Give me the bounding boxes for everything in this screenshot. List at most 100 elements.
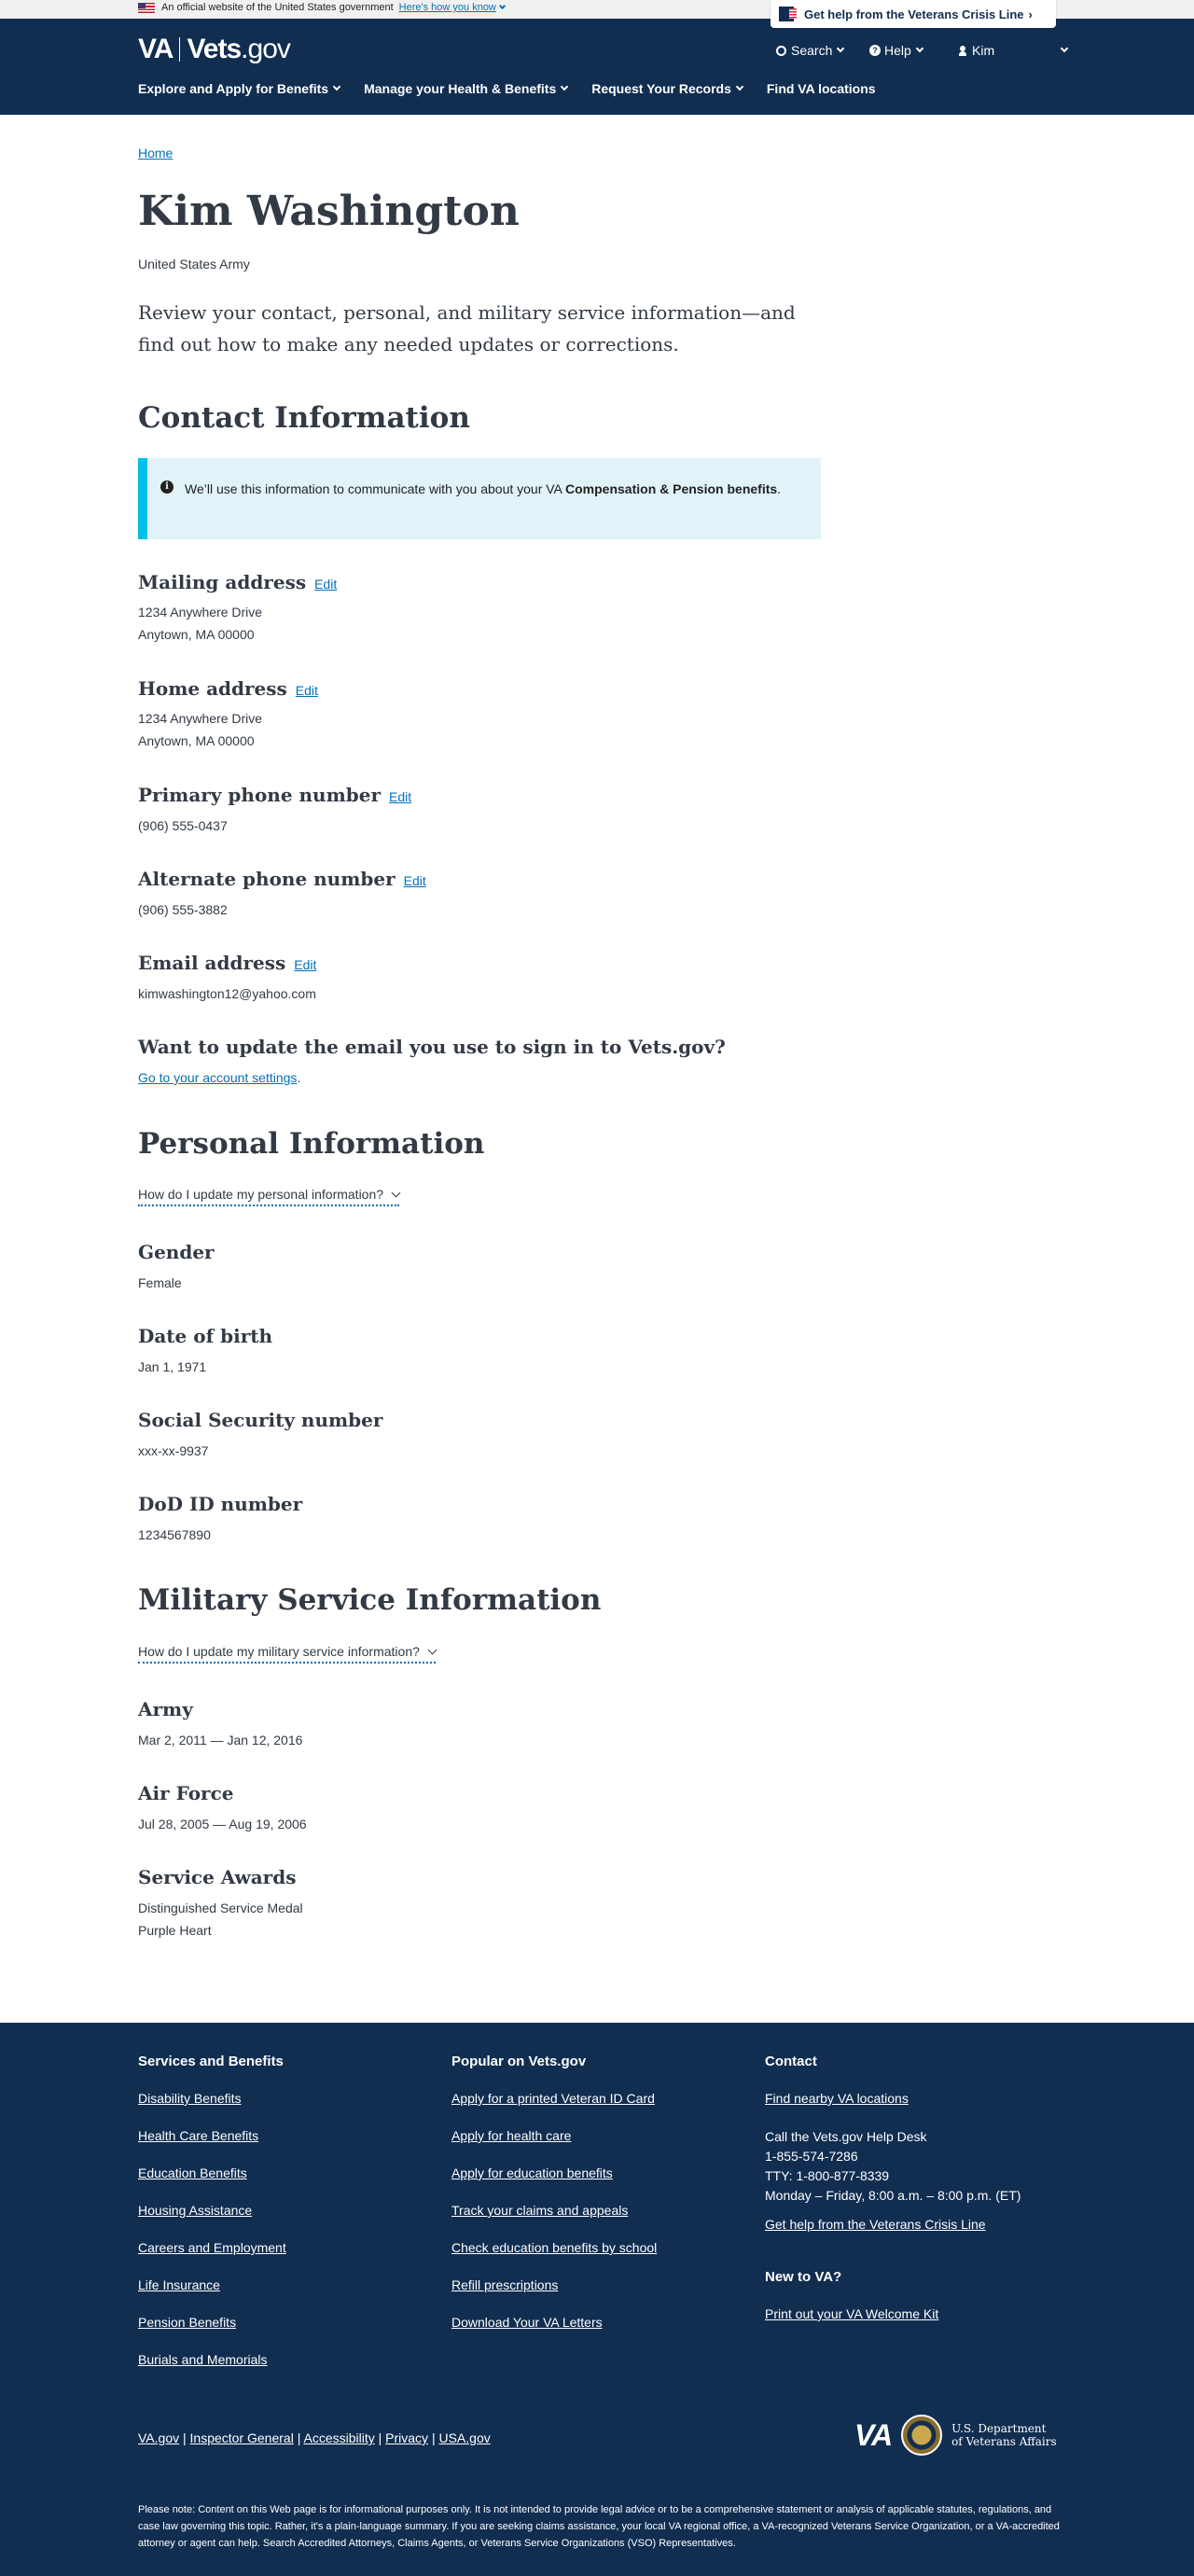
tty-phone-link[interactable]: 1-800-877-8339 <box>796 2168 889 2183</box>
army-label: Army <box>138 1698 193 1720</box>
help-label: Help <box>884 43 911 58</box>
page-title: Kim Washington <box>138 188 520 235</box>
legal-link-inspector-general[interactable]: Inspector General <box>190 2430 294 2445</box>
award-item: Distinguished Service Medal <box>138 1901 303 1915</box>
primary-phone-label: Primary phone number <box>138 784 381 806</box>
personal-info-accordion[interactable]: How do I update my personal information? <box>138 1187 401 1206</box>
nav-explore-apply[interactable]: Explore and Apply for Benefits <box>138 81 341 96</box>
signin-email-heading: Want to update the email you use to sign… <box>138 1036 726 1058</box>
edit-mailing-address-link[interactable]: Edit <box>314 577 337 592</box>
alert-period: . <box>777 481 782 496</box>
footer-crisis-line-link[interactable]: Get help from the Veterans Crisis Line <box>765 2216 1020 2234</box>
department-name-line1: U.S. Department <box>951 2422 1047 2435</box>
footer-link[interactable]: Disability Benefits <box>138 2090 286 2108</box>
edit-alternate-phone-link[interactable]: Edit <box>404 873 426 888</box>
legal-separator: | <box>183 2430 187 2445</box>
footer-link[interactable]: Life Insurance <box>138 2277 286 2294</box>
footer-link[interactable]: Health Care Benefits <box>138 2127 286 2145</box>
breadcrumb-home[interactable]: Home <box>138 146 173 160</box>
department-name-line2: of Veterans Affairs <box>951 2435 1057 2448</box>
help-menu-button[interactable]: ? Help <box>869 43 924 58</box>
footer-link[interactable]: Download Your VA Letters <box>451 2314 657 2332</box>
footer-services-heading: Services and Benefits <box>138 2054 284 2069</box>
user-label: Kim <box>972 43 995 58</box>
info-icon: i <box>160 480 174 494</box>
home-address-heading: Home address Edit <box>138 677 318 700</box>
footer-link[interactable]: Apply for education benefits <box>451 2165 657 2182</box>
search-menu-button[interactable]: Search <box>776 43 845 58</box>
legal-separator: | <box>431 2430 436 2445</box>
legal-link-privacy[interactable]: Privacy <box>385 2430 428 2445</box>
edit-primary-phone-link[interactable]: Edit <box>389 789 411 804</box>
help-desk-hours: Monday – Friday, 8:00 a.m. – 8:00 p.m. (… <box>765 2188 1021 2203</box>
nav-find-locations[interactable]: Find VA locations <box>767 81 876 96</box>
site-footer: Services and Benefits Disability Benefit… <box>0 2023 1194 2576</box>
mailing-address-label: Mailing address <box>138 571 307 593</box>
find-locations-link[interactable]: Find nearby VA locations <box>765 2090 1020 2108</box>
nav-label: Find VA locations <box>766 81 876 96</box>
edit-home-address-link[interactable]: Edit <box>296 683 318 698</box>
email-value: kimwashington12@yahoo.com <box>138 986 316 1001</box>
official-text: An official website of the United States… <box>161 2 394 13</box>
us-flag-icon <box>138 2 155 13</box>
heres-how-you-know-link[interactable]: Here's how you know <box>399 2 496 13</box>
footer-link[interactable]: Apply for health care <box>451 2127 657 2145</box>
chevron-down-icon <box>735 82 744 91</box>
vets-gov-logo[interactable]: VA Vets .gov <box>138 34 291 65</box>
legal-link-accessibility[interactable]: Accessibility <box>303 2430 374 2445</box>
footer-link[interactable]: Apply for a printed Veteran ID Card <box>451 2090 657 2108</box>
footer-link[interactable]: Education Benefits <box>138 2165 286 2182</box>
footer-contact-heading: Contact <box>765 2054 817 2069</box>
va-department-logo[interactable]: VA U.S. Department of Veterans Affairs <box>854 2415 1057 2456</box>
chevron-down-icon <box>560 82 569 91</box>
dob-label: Date of birth <box>138 1325 273 1347</box>
ssn-value: xxx-xx-9937 <box>138 1443 209 1458</box>
user-menu-button[interactable]: Kim <box>959 43 1069 58</box>
logo-site-text: Vets <box>187 34 242 64</box>
nav-label: Explore and Apply for Benefits <box>138 81 329 96</box>
account-settings-period: . <box>297 1070 301 1085</box>
chevron-down-icon <box>837 44 845 53</box>
footer-link[interactable]: Housing Assistance <box>138 2202 286 2220</box>
legal-separator: | <box>297 2430 301 2445</box>
chevron-down-icon <box>498 2 506 9</box>
home-address-line2: Anytown, MA 00000 <box>138 733 255 748</box>
nav-label: Request Your Records <box>591 81 731 96</box>
help-desk-phone-link[interactable]: 1-855-574-7286 <box>765 2149 858 2164</box>
footer-link[interactable]: Check education benefits by school <box>451 2239 657 2257</box>
help-desk-text: Call the Vets.gov Help Desk <box>765 2129 927 2144</box>
page: An official website of the United States… <box>0 0 1194 2576</box>
site-header: VA Vets .gov Search ? Help Kim Explore an… <box>0 19 1194 115</box>
footer-link[interactable]: Track your claims and appeals <box>451 2202 657 2220</box>
chevron-down-icon <box>915 44 924 53</box>
info-alert: i We’ll use this information to communic… <box>138 458 821 539</box>
welcome-kit-link[interactable]: Print out your VA Welcome Kit <box>765 2305 1020 2323</box>
accordion-label: How do I update my military service info… <box>138 1644 420 1659</box>
alternate-phone-label: Alternate phone number <box>138 868 396 890</box>
military-info-accordion[interactable]: How do I update my military service info… <box>138 1644 437 1664</box>
chevron-down-icon <box>391 1188 401 1197</box>
nav-manage-health[interactable]: Manage your Health & Benefits <box>364 81 569 96</box>
legal-link-va-gov[interactable]: VA.gov <box>138 2430 179 2445</box>
footer-services-column: Services and Benefits Disability Benefit… <box>138 2054 286 2388</box>
mailing-address-line2: Anytown, MA 00000 <box>138 627 255 642</box>
account-settings-link[interactable]: Go to your account settings <box>138 1070 297 1085</box>
email-heading: Email address Edit <box>138 952 316 974</box>
footer-link[interactable]: Burials and Memorials <box>138 2351 286 2369</box>
alternate-phone-value: (906) 555-3882 <box>138 902 228 917</box>
mailing-address-value: 1234 Anywhere Drive Anytown, MA 00000 <box>138 601 262 646</box>
footer-link[interactable]: Careers and Employment <box>138 2239 286 2257</box>
chevron-right-icon: › <box>1028 7 1033 21</box>
intro-text: Review your contact, personal, and milit… <box>138 301 796 355</box>
nav-request-records[interactable]: Request Your Records <box>591 81 744 96</box>
search-icon <box>776 45 786 56</box>
ssn-label: Social Security number <box>138 1409 383 1431</box>
contact-heading: Contact Information <box>138 401 470 435</box>
footer-link[interactable]: Pension Benefits <box>138 2314 286 2332</box>
nav-label: Manage your Health & Benefits <box>364 81 557 96</box>
edit-email-link[interactable]: Edit <box>294 957 316 972</box>
footer-popular-column: Popular on Vets.gov Apply for a printed … <box>451 2054 657 2351</box>
footer-link[interactable]: Refill prescriptions <box>451 2277 657 2294</box>
legal-link-usa-gov[interactable]: USA.gov <box>438 2430 490 2445</box>
crisis-line-button[interactable]: Get help from the Veterans Crisis Line › <box>771 0 1056 28</box>
